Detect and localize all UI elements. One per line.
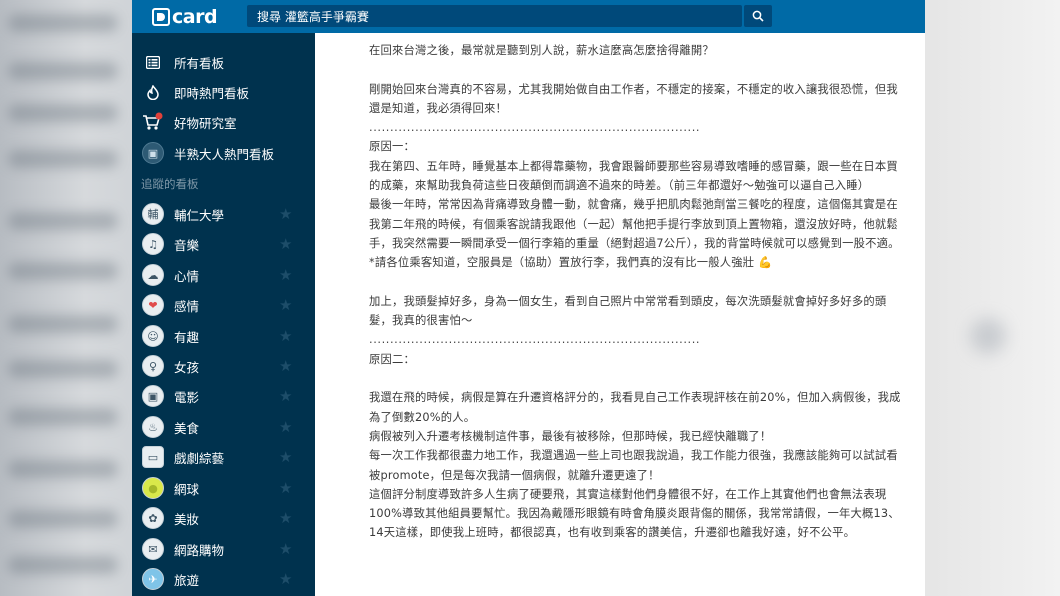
sidebar-item-label: 電影 — [174, 389, 200, 405]
reason-title: 原因二： — [369, 352, 415, 366]
post-body: 在回來台灣之後，最常就是聽到別人說，薪水這麼高怎麼捨得離開？ 剛開始回來台灣真的… — [369, 41, 909, 543]
star-icon[interactable]: ★ — [279, 509, 292, 527]
search-icon — [752, 10, 764, 22]
tennis-icon: ● — [141, 476, 165, 500]
sidebar-item-mood[interactable]: ☁ 心情 ★ — [132, 260, 315, 290]
star-icon[interactable]: ★ — [279, 448, 292, 466]
star-icon[interactable]: ★ — [279, 296, 292, 314]
sidebar-item-funny[interactable]: ☺ 有趣 ★ — [132, 321, 315, 351]
sidebar-item-adult-trending[interactable]: ▣ 半熟大人熱門看板 — [132, 138, 315, 168]
drama-icon: ▭ — [141, 445, 165, 469]
star-icon[interactable]: ★ — [279, 266, 292, 284]
tv-icon: ▣ — [141, 141, 165, 165]
sidebar-item-tennis[interactable]: ● 網球 ★ — [132, 473, 315, 503]
post-divider: ........................................… — [369, 121, 701, 135]
fju-icon: 輔 — [141, 202, 165, 226]
flexed-arm-icon: 💪 — [758, 256, 773, 270]
sidebar-item-label: 美食 — [174, 420, 200, 436]
sidebar-item-label: 輔仁大學 — [174, 207, 225, 223]
top-bar: card 搜尋 灌籃高手爭霸賽 — [132, 0, 925, 33]
relationship-icon: ❤ — [141, 293, 165, 317]
sidebar-item-food[interactable]: ♨ 美食 ★ — [132, 412, 315, 442]
post-paragraph: 我還在飛的時候，病假是算在升遷資格評分的，我看見自己工作表現評核在前20%，但加… — [369, 391, 901, 424]
sidebar-item-fju[interactable]: 輔輔仁大學 ★ — [132, 199, 315, 229]
star-icon[interactable]: ★ — [279, 327, 292, 345]
funny-icon: ☺ — [141, 324, 165, 348]
flame-icon — [141, 80, 165, 104]
post-paragraph: 每一次工作我都很盡力地工作，我還遇過一些上司也跟我說過，我工作能力很強，我應該能… — [369, 449, 898, 482]
dcard-logo[interactable]: card — [152, 6, 218, 28]
sidebar-item-label: 網路購物 — [174, 542, 225, 558]
post-paragraph: 加上，我頭髮掉好多，身為一個女生，看到自己照片中常常看到頭皮，每次洗頭髮就會掉好… — [369, 294, 887, 328]
sidebar: 所有看板 即時熱門看板 好物研究室 ▣ 半熟大人熱門看板 追蹤的看板 輔輔仁大學… — [132, 33, 315, 596]
sidebar-item-label: 旅遊 — [174, 572, 200, 588]
post-content: 在回來台灣之後，最常就是聽到別人說，薪水這麼高怎麼捨得離開？ 剛開始回來台灣真的… — [315, 33, 925, 596]
star-icon[interactable]: ★ — [279, 479, 292, 497]
sidebar-item-girl[interactable]: ♀ 女孩 ★ — [132, 351, 315, 381]
food-icon: ♨ — [141, 415, 165, 439]
dcard-window: card 搜尋 灌籃高手爭霸賽 所有看板 即時熱門看板 好物研究室 ▣ 半熟大人… — [132, 0, 925, 596]
makeup-icon: ✿ — [141, 506, 165, 530]
sidebar-item-goods-lab[interactable]: 好物研究室 — [132, 107, 315, 137]
star-icon[interactable]: ★ — [279, 418, 292, 436]
list-icon — [141, 50, 165, 74]
dcard-logo-text: card — [172, 6, 218, 28]
sidebar-item-label: 所有看板 — [174, 55, 225, 71]
star-icon[interactable]: ★ — [279, 357, 292, 375]
post-spacer — [369, 273, 909, 292]
girl-icon: ♀ — [141, 354, 165, 378]
post-spacer — [369, 60, 909, 79]
shopping-icon: ✉ — [141, 537, 165, 561]
sidebar-item-label: 女孩 — [174, 359, 200, 375]
sidebar-item-label: 好物研究室 — [174, 115, 237, 131]
blurred-left-backdrop — [0, 0, 130, 596]
post-divider: ........................................… — [369, 333, 701, 347]
sidebar-item-label: 感情 — [174, 298, 200, 314]
post-paragraph: 病假被列入升遷考核機制這件事，最後有被移除，但那時候，我已經快離職了！ — [369, 429, 772, 443]
post-paragraph: 最後一年時，常常因為背痛導致身體一動，就會痛，幾乎把肌肉鬆弛劑當三餐吃的程度，這… — [369, 198, 900, 250]
music-icon: ♫ — [141, 232, 165, 256]
dcard-logo-mark — [152, 8, 170, 26]
sidebar-item-label: 網球 — [174, 481, 200, 497]
sidebar-item-relationship[interactable]: ❤ 感情 ★ — [132, 290, 315, 320]
post-paragraph: 這個評分制度導致許多人生病了硬要飛，其實這樣對他們身體很不好，在工作上其實他們也… — [369, 487, 900, 540]
sidebar-item-drama[interactable]: ▭ 戲劇綜藝 ★ — [132, 442, 315, 472]
blurred-right-dot — [970, 318, 1006, 354]
sidebar-item-movie[interactable]: ▣ 電影 ★ — [132, 381, 315, 411]
sidebar-item-label: 半熟大人熱門看板 — [174, 146, 275, 162]
movie-icon: ▣ — [141, 384, 165, 408]
post-paragraph: *請各位乘客知道，空服員是（協助）置放行李，我們真的沒有比一般人強壯 💪 — [369, 253, 909, 272]
sidebar-item-trending[interactable]: 即時熱門看板 — [132, 77, 315, 107]
sidebar-item-label: 心情 — [174, 268, 200, 284]
reason-title: 原因一： — [369, 140, 415, 154]
search-button[interactable] — [744, 5, 772, 27]
star-icon[interactable]: ★ — [279, 570, 292, 588]
post-paragraph: 剛開始回來台灣真的不容易，尤其我開始做自由工作者，不穩定的接案，不穩定的收入讓我… — [369, 82, 898, 115]
sidebar-item-label: 美妝 — [174, 511, 200, 527]
sidebar-item-travel[interactable]: ✈ 旅遊 ★ — [132, 564, 315, 594]
sidebar-item-music[interactable]: ♫ 音樂 ★ — [132, 229, 315, 259]
sidebar-item-label: 即時熱門看板 — [174, 85, 250, 101]
travel-icon: ✈ — [141, 567, 165, 591]
post-spacer — [369, 369, 909, 388]
search-input-value: 搜尋 灌籃高手爭霸賽 — [257, 10, 369, 24]
sidebar-item-makeup[interactable]: ✿ 美妝 ★ — [132, 503, 315, 533]
star-icon[interactable]: ★ — [279, 205, 292, 223]
post-paragraph: 在回來台灣之後，最常就是聽到別人說，薪水這麼高怎麼捨得離開？ — [369, 44, 714, 57]
star-icon[interactable]: ★ — [279, 235, 292, 253]
followed-boards-title: 追蹤的看板 — [141, 177, 199, 191]
sidebar-item-label: 有趣 — [174, 329, 200, 345]
star-icon[interactable]: ★ — [279, 387, 292, 405]
post-paragraph: 我在第四、五年時，睡覺基本上都得靠藥物，我會跟醫師要那些容易導致嗜睡的感冒藥，跟… — [369, 159, 898, 193]
post-note: *請各位乘客知道，空服員是（協助）置放行李，我們真的沒有比一般人強壯 — [369, 256, 755, 270]
star-icon[interactable]: ★ — [279, 540, 292, 558]
search-input[interactable]: 搜尋 灌籃高手爭霸賽 — [247, 5, 742, 27]
sidebar-item-online-shopping[interactable]: ✉ 網路購物 ★ — [132, 534, 315, 564]
sidebar-item-all-boards[interactable]: 所有看板 — [132, 47, 315, 77]
mood-icon: ☁ — [141, 263, 165, 287]
sidebar-item-label: 戲劇綜藝 — [174, 450, 225, 466]
sidebar-item-label: 音樂 — [174, 237, 200, 253]
cart-icon — [141, 110, 165, 134]
